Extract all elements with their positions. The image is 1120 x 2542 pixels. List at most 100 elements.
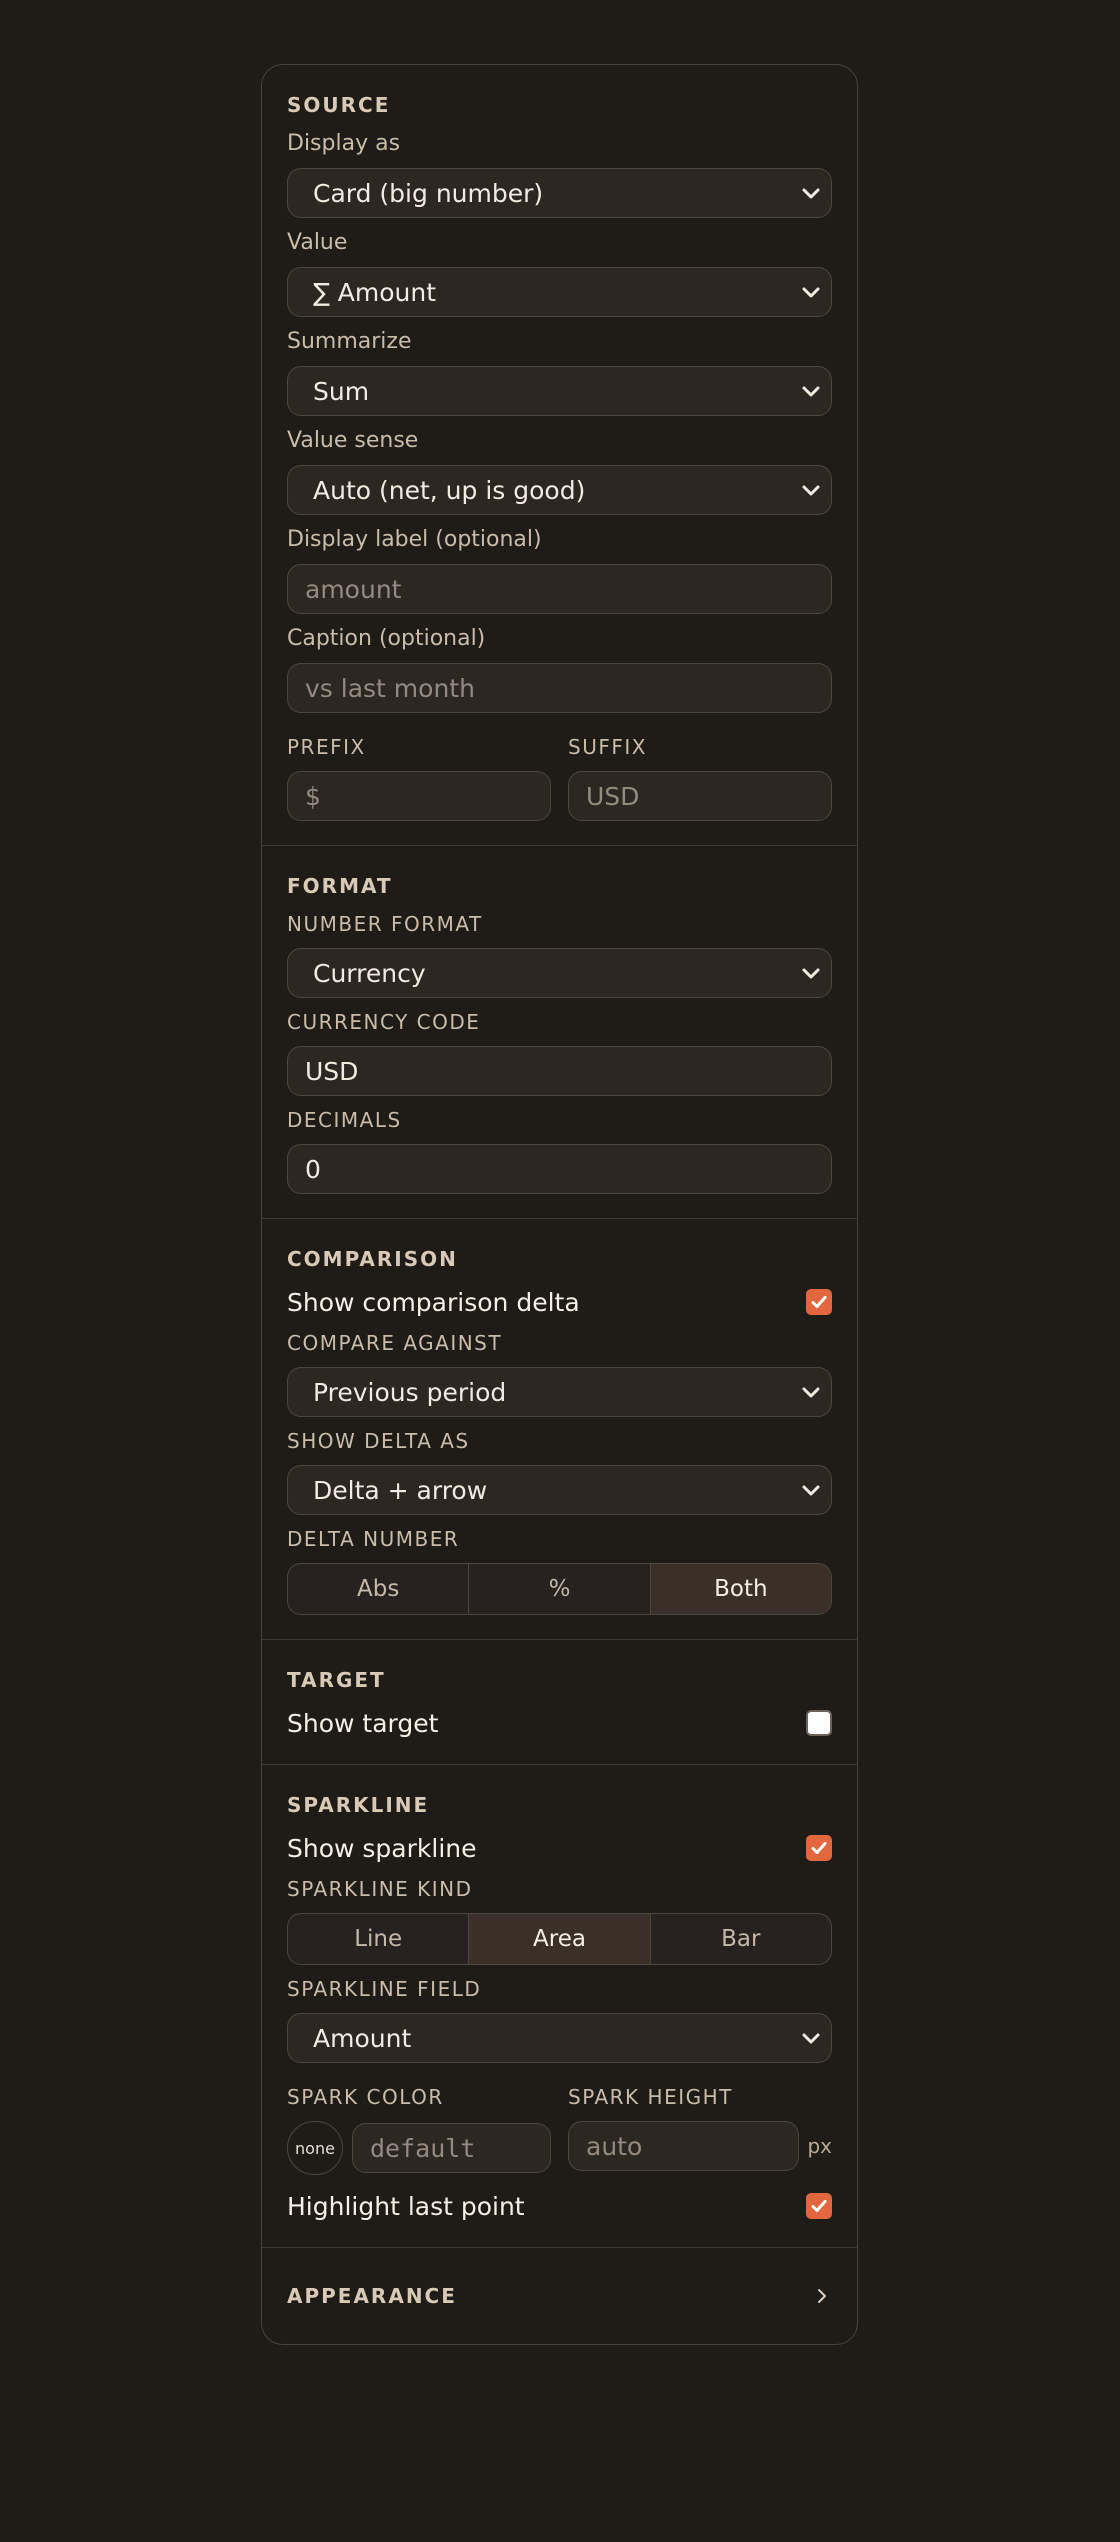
spark-color-placeholder: default	[370, 2133, 476, 2163]
show-sparkline-row: Show sparkline	[287, 1831, 832, 1865]
delta-number-both[interactable]: Both	[650, 1564, 831, 1614]
chevron-down-icon	[802, 1485, 820, 1496]
appearance-section-toggle[interactable]: APPEARANCE	[262, 2248, 857, 2344]
comparison-section: COMPARISON Show comparison delta COMPARE…	[262, 1219, 857, 1640]
show-delta-label: Show comparison delta	[287, 1287, 580, 1317]
decimals-label: DECIMALS	[287, 1108, 402, 1132]
show-sparkline-label: Show sparkline	[287, 1833, 477, 1863]
sparkline-field-select[interactable]: Amount	[287, 2013, 832, 2063]
spark-color-none-button[interactable]: none	[287, 2121, 343, 2175]
comparison-title: COMPARISON	[287, 1247, 458, 1271]
suffix-placeholder: USD	[586, 781, 640, 811]
delta-number-abs[interactable]: Abs	[288, 1564, 470, 1614]
show-target-row: Show target	[287, 1706, 832, 1740]
spark-color-input[interactable]: default	[352, 2123, 551, 2173]
show-delta-checkbox[interactable]	[806, 1289, 832, 1315]
show-delta-row: Show comparison delta	[287, 1285, 832, 1319]
format-title: FORMAT	[287, 874, 393, 898]
highlight-last-row: Highlight last point	[287, 2189, 832, 2223]
chevron-down-icon	[802, 1387, 820, 1398]
summarize-select[interactable]: Sum	[287, 366, 832, 416]
target-section: TARGET Show target	[262, 1640, 857, 1765]
spark-color-controls: none default	[287, 2121, 551, 2175]
summarize-value: Sum	[313, 376, 370, 406]
delta-number-label: DELTA NUMBER	[287, 1527, 460, 1551]
value-value: ∑ Amount	[313, 277, 437, 307]
value-sense-label: Value sense	[287, 428, 419, 453]
prefix-input[interactable]: $	[287, 771, 551, 821]
prefix-placeholder: $	[305, 781, 321, 811]
spark-height-placeholder: auto	[586, 2131, 643, 2161]
sparkline-kind-label: SPARKLINE KIND	[287, 1877, 473, 1901]
spark-height-controls: auto px	[568, 2121, 832, 2171]
show-delta-as-select[interactable]: Delta + arrow	[287, 1465, 832, 1515]
show-target-label: Show target	[287, 1708, 439, 1738]
sparkline-kind-bar[interactable]: Bar	[651, 1914, 831, 1964]
currency-code-input[interactable]: USD	[287, 1046, 832, 1096]
spark-height-input[interactable]: auto	[568, 2121, 800, 2171]
decimals-value: 0	[305, 1154, 321, 1184]
caption-placeholder: vs last month	[305, 673, 475, 703]
show-delta-as-value: Delta + arrow	[313, 1475, 488, 1505]
value-sense-value: Auto (net, up is good)	[313, 475, 586, 505]
delta-number-percent[interactable]: %	[469, 1564, 651, 1614]
sparkline-kind-area[interactable]: Area	[469, 1914, 651, 1964]
number-format-value: Currency	[313, 958, 426, 988]
number-format-select[interactable]: Currency	[287, 948, 832, 998]
sparkline-kind-line[interactable]: Line	[288, 1914, 470, 1964]
currency-code-label: CURRENCY CODE	[287, 1010, 481, 1034]
value-label: Value	[287, 230, 348, 255]
sparkline-field-label: SPARKLINE FIELD	[287, 1977, 482, 2001]
display-as-label: Display as	[287, 131, 401, 156]
summarize-label: Summarize	[287, 329, 412, 354]
show-sparkline-checkbox[interactable]	[806, 1835, 832, 1861]
suffix-label: SUFFIX	[568, 735, 647, 759]
display-label-label: Display label (optional)	[287, 527, 542, 552]
delta-number-segmented: Abs % Both	[287, 1563, 832, 1615]
sparkline-section: SPARKLINE Show sparkline SPARKLINE KIND …	[262, 1765, 857, 2248]
settings-panel: SOURCE Display as Card (big number) Valu…	[261, 64, 858, 2345]
highlight-last-checkbox[interactable]	[806, 2193, 832, 2219]
chevron-down-icon	[802, 485, 820, 496]
spark-color-height-row: SPARK COLOR none default SPARK HEIGHT au…	[287, 2075, 832, 2175]
spark-height-label: SPARK HEIGHT	[568, 2085, 733, 2109]
display-label-input[interactable]: amount	[287, 564, 832, 614]
compare-against-value: Previous period	[313, 1377, 507, 1407]
check-icon	[811, 1842, 827, 1854]
show-target-checkbox[interactable]	[806, 1710, 832, 1736]
caption-label: Caption (optional)	[287, 626, 486, 651]
display-as-value: Card (big number)	[313, 178, 544, 208]
decimals-input[interactable]: 0	[287, 1144, 832, 1194]
highlight-last-label: Highlight last point	[287, 2191, 525, 2221]
check-icon	[811, 2200, 827, 2212]
prefix-suffix-row: PREFIX $ SUFFIX USD	[287, 725, 832, 821]
value-select[interactable]: ∑ Amount	[287, 267, 832, 317]
currency-code-value: USD	[305, 1056, 359, 1086]
display-label-placeholder: amount	[305, 574, 402, 604]
chevron-down-icon	[802, 188, 820, 199]
value-sense-select[interactable]: Auto (net, up is good)	[287, 465, 832, 515]
show-delta-as-label: SHOW DELTA AS	[287, 1429, 470, 1453]
compare-against-select[interactable]: Previous period	[287, 1367, 832, 1417]
appearance-title: APPEARANCE	[287, 2284, 457, 2308]
format-section: FORMAT NUMBER FORMAT Currency CURRENCY C…	[262, 846, 857, 1219]
chevron-down-icon	[802, 968, 820, 979]
number-format-label: NUMBER FORMAT	[287, 912, 483, 936]
sparkline-title: SPARKLINE	[287, 1793, 430, 1817]
spark-color-label: SPARK COLOR	[287, 2085, 444, 2109]
caption-input[interactable]: vs last month	[287, 663, 832, 713]
spark-height-unit: px	[807, 2134, 832, 2158]
chevron-down-icon	[802, 2033, 820, 2044]
target-title: TARGET	[287, 1668, 386, 1692]
sparkline-kind-segmented: Line Area Bar	[287, 1913, 832, 1965]
check-icon	[811, 1296, 827, 1308]
suffix-input[interactable]: USD	[568, 771, 832, 821]
chevron-down-icon	[802, 287, 820, 298]
sparkline-field-value: Amount	[313, 2023, 412, 2053]
display-as-select[interactable]: Card (big number)	[287, 168, 832, 218]
chevron-right-icon	[818, 2289, 826, 2303]
source-section: SOURCE Display as Card (big number) Valu…	[262, 65, 857, 846]
prefix-label: PREFIX	[287, 735, 366, 759]
compare-against-label: COMPARE AGAINST	[287, 1331, 503, 1355]
source-title: SOURCE	[287, 93, 391, 117]
